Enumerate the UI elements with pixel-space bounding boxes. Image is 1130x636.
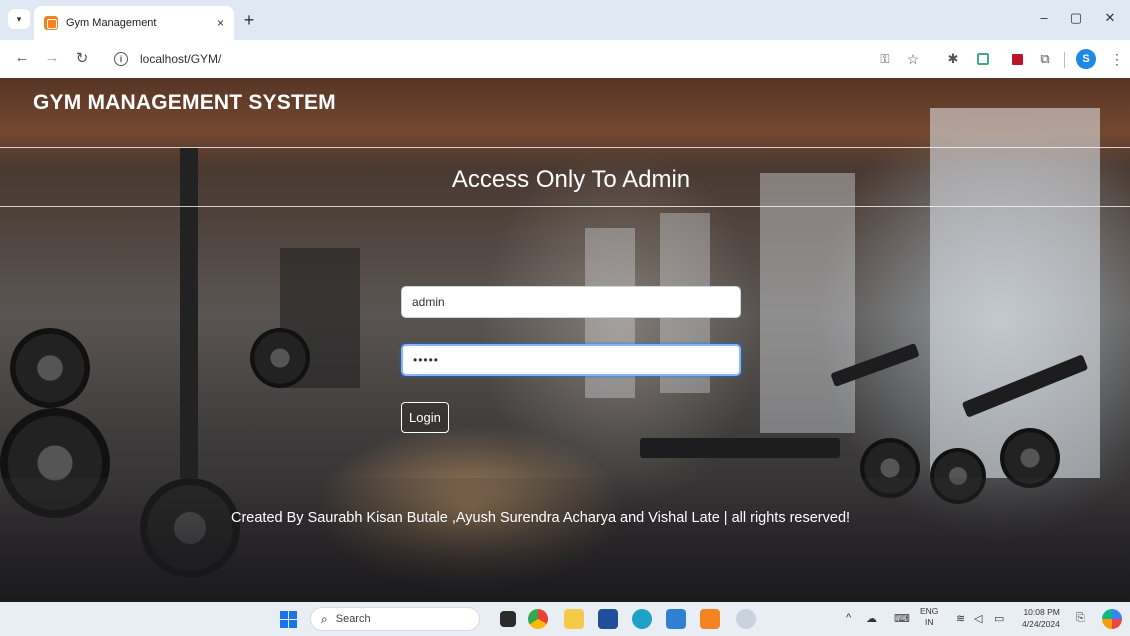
app-icon[interactable] bbox=[736, 609, 756, 629]
reload-icon[interactable]: ↻ bbox=[72, 49, 92, 67]
extensions-puzzle-icon[interactable]: ⧉ bbox=[1036, 50, 1054, 68]
tab-gym-management[interactable]: Gym Management × bbox=[34, 6, 234, 40]
background-floor bbox=[0, 478, 1130, 602]
minimize-button[interactable]: – bbox=[1034, 10, 1054, 25]
new-tab-button[interactable]: + bbox=[238, 9, 260, 31]
background-dumbbell-plate bbox=[250, 328, 310, 388]
extension-red-icon[interactable] bbox=[1012, 54, 1023, 65]
language-indicator[interactable]: ENG IN bbox=[920, 606, 938, 628]
background-window bbox=[930, 108, 1100, 478]
clock-date: 4/24/2024 bbox=[1022, 619, 1060, 629]
login-button[interactable]: Login bbox=[401, 402, 449, 433]
show-hidden-icons-icon[interactable]: ^ bbox=[846, 612, 851, 624]
volume-icon[interactable]: ◁ bbox=[974, 612, 982, 625]
browser-toolbar: ← → ↻ i localhost/GYM/ ⚿ ☆ ✱ ⧉ S ⋮ bbox=[0, 40, 1130, 78]
restore-button[interactable]: ▢ bbox=[1066, 10, 1086, 26]
clock-time: 10:08 PM bbox=[1023, 607, 1060, 617]
forward-icon[interactable]: → bbox=[42, 49, 62, 66]
address-bar[interactable]: i localhost/GYM/ bbox=[106, 45, 936, 73]
background-dumbbell-plate bbox=[10, 328, 90, 408]
cloud-icon[interactable]: ☁ bbox=[866, 612, 877, 625]
xampp-icon[interactable] bbox=[700, 609, 720, 629]
taskbar-search[interactable]: ⌕ Search bbox=[310, 607, 480, 631]
url-text[interactable]: localhost/GYM/ bbox=[140, 52, 221, 66]
search-placeholder: Search bbox=[335, 613, 371, 625]
keyboard-icon[interactable]: ⌨ bbox=[894, 612, 910, 625]
file-explorer-icon[interactable] bbox=[564, 609, 584, 629]
site-info-icon[interactable]: i bbox=[114, 52, 128, 66]
store-icon[interactable] bbox=[598, 609, 618, 629]
page-heading: Access Only To Admin bbox=[451, 166, 691, 193]
close-window-button[interactable]: ✕ bbox=[1100, 10, 1120, 26]
windows-start-icon[interactable] bbox=[280, 611, 297, 628]
password-input[interactable] bbox=[401, 344, 741, 376]
notification-icon[interactable]: ⎘ bbox=[1076, 612, 1085, 625]
wifi-icon[interactable]: ≋ bbox=[956, 612, 965, 625]
profile-avatar[interactable]: S bbox=[1076, 49, 1096, 69]
xampp-favicon-icon bbox=[44, 16, 58, 30]
copilot-icon[interactable] bbox=[1102, 609, 1122, 629]
tab-close-icon[interactable]: × bbox=[217, 16, 224, 30]
tab-title: Gym Management bbox=[66, 17, 157, 29]
background-treadmill bbox=[640, 438, 840, 458]
back-icon[interactable]: ← bbox=[12, 49, 32, 66]
search-icon: ⌕ bbox=[321, 611, 328, 626]
bookmark-star-icon[interactable]: ☆ bbox=[904, 50, 922, 68]
credits-footer: Created By Saurabh Kisan Butale ,Ayush S… bbox=[231, 510, 851, 526]
password-key-icon[interactable]: ⚿ bbox=[876, 50, 894, 68]
site-brand: GYM MANAGEMENT SYSTEM bbox=[33, 91, 336, 114]
task-view-icon[interactable] bbox=[500, 611, 516, 627]
tab-strip: ▾ Gym Management × + – ▢ ✕ bbox=[0, 0, 1130, 40]
header-divider bbox=[0, 147, 1130, 148]
edge-icon[interactable] bbox=[632, 609, 652, 629]
background-rack bbox=[180, 148, 198, 478]
chrome-taskbar-icon[interactable] bbox=[528, 609, 548, 629]
chevron-down-icon: ▾ bbox=[16, 13, 22, 24]
extension-bug-icon[interactable]: ✱ bbox=[944, 50, 962, 68]
username-input[interactable] bbox=[401, 286, 741, 318]
battery-icon[interactable]: ▭ bbox=[994, 612, 1004, 625]
background-window bbox=[760, 173, 855, 433]
extension-screenshot-icon[interactable] bbox=[977, 53, 989, 65]
menu-kebab-icon[interactable]: ⋮ bbox=[1108, 50, 1126, 68]
vscode-icon[interactable] bbox=[666, 609, 686, 629]
login-page: GYM MANAGEMENT SYSTEM Access Only To Adm… bbox=[0, 78, 1130, 602]
heading-divider bbox=[0, 206, 1130, 207]
tab-search-button[interactable]: ▾ bbox=[8, 9, 30, 29]
toolbar-divider bbox=[1064, 52, 1065, 68]
os-taskbar: ⌕ Search ^ ☁ ⌨ ENG IN ≋ ◁ ▭ 10:08 PM 4/2… bbox=[0, 602, 1130, 636]
taskbar-clock[interactable]: 10:08 PM 4/24/2024 bbox=[1022, 606, 1060, 630]
